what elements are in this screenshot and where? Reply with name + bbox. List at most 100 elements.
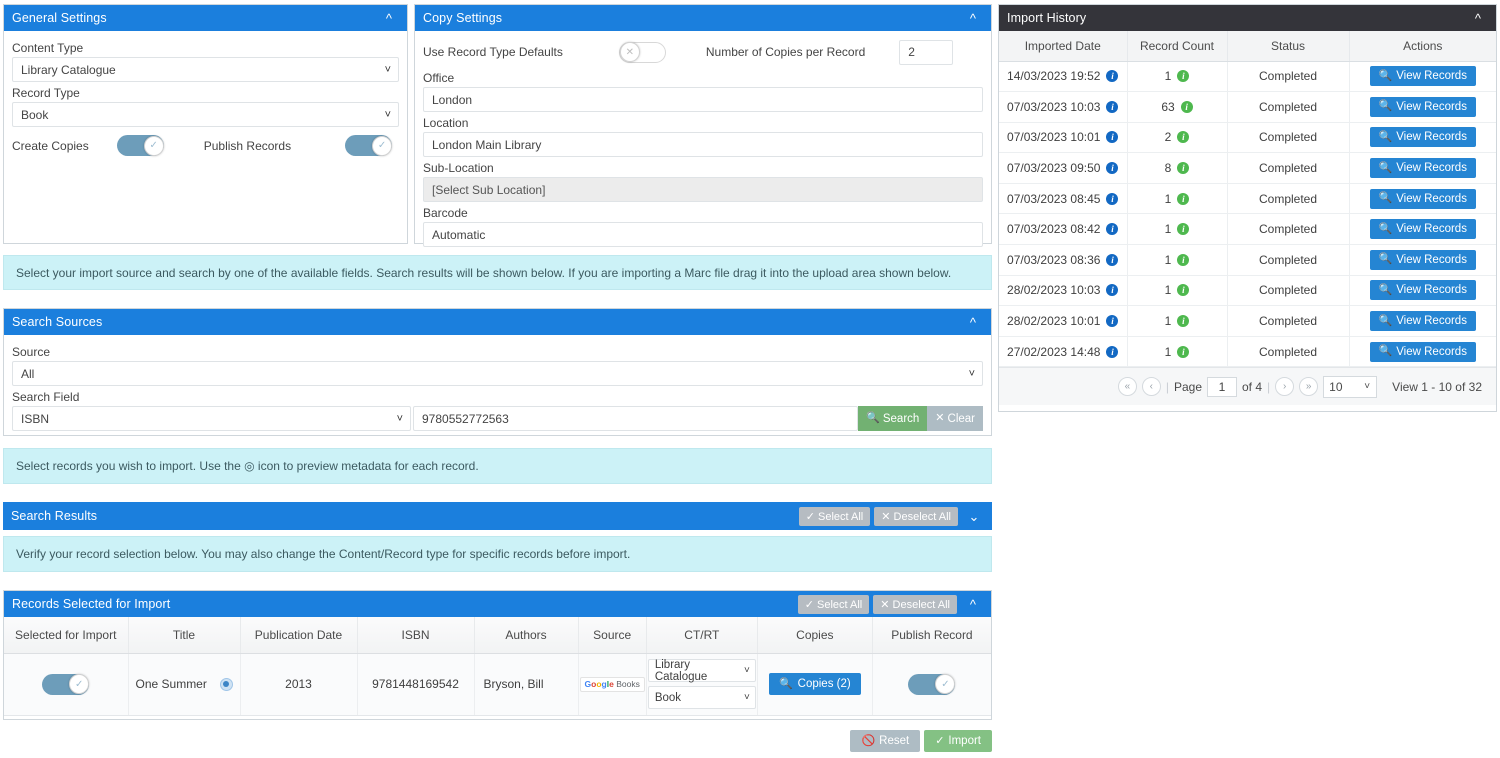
content-type-select[interactable]: Library Catalogue ˅	[12, 57, 399, 82]
reset-button[interactable]: 🚫 Reset	[850, 730, 921, 752]
last-page-button[interactable]: »	[1299, 377, 1319, 397]
records-selected-header[interactable]: Records Selected for Import ✓ Select All…	[4, 591, 991, 617]
chevron-up-icon[interactable]: ^	[379, 12, 399, 25]
general-settings-header[interactable]: General Settings ^	[4, 5, 407, 31]
copies-button-label: Copies (2)	[797, 678, 851, 690]
row-publish-toggle[interactable]: ✓	[908, 673, 956, 695]
chevron-up-icon[interactable]: ^	[963, 316, 983, 329]
cell-publish-record: ✓	[872, 653, 991, 716]
info-icon[interactable]: i	[1177, 345, 1190, 358]
clear-button-label: Clear	[947, 412, 975, 425]
info-icon[interactable]: i	[1106, 223, 1119, 236]
info-icon[interactable]: i	[1106, 70, 1119, 83]
chevron-up-icon[interactable]: ^	[963, 12, 983, 25]
info-icon[interactable]: i	[1177, 162, 1190, 175]
search-sources-header[interactable]: Search Sources ^	[4, 309, 991, 335]
info-icon[interactable]: i	[1106, 192, 1119, 205]
view-records-label: View Records	[1396, 284, 1467, 297]
info-icon[interactable]: i	[1180, 100, 1193, 113]
publish-records-toggle[interactable]: ✓	[345, 135, 393, 156]
row-authors: Bryson, Bill	[483, 677, 544, 691]
next-page-button[interactable]: ›	[1275, 377, 1295, 397]
view-records-button[interactable]: 🔍 View Records	[1369, 96, 1476, 117]
create-copies-toggle[interactable]: ✓	[116, 135, 164, 156]
sub-location-input[interactable]: [Select Sub Location]	[423, 177, 983, 202]
info-icon[interactable]: i	[1177, 131, 1190, 144]
magnifier-icon: 🔍	[1378, 314, 1393, 327]
records-deselect-all-button[interactable]: ✕ Deselect All	[873, 594, 957, 614]
info-icon[interactable]: i	[1177, 192, 1190, 205]
search-results-deselect-all-button[interactable]: ✕ Deselect All	[874, 506, 958, 526]
info-icon[interactable]: i	[1106, 284, 1119, 297]
view-records-button[interactable]: 🔍 View Records	[1369, 280, 1476, 301]
import-button[interactable]: ✓ Import	[924, 730, 992, 752]
location-input[interactable]: London Main Library	[423, 132, 983, 157]
copies-per-record-input[interactable]: 2	[899, 39, 954, 65]
check-icon: ✓	[805, 510, 815, 523]
info-icon[interactable]: i	[1106, 253, 1119, 266]
view-records-label: View Records	[1396, 100, 1467, 113]
cell-record-count: 1i	[1127, 61, 1228, 93]
view-records-button[interactable]: 🔍 View Records	[1369, 311, 1476, 332]
info-icon[interactable]: i	[1177, 70, 1190, 83]
table-row: 28/02/2023 10:03 i 1 i Completed 🔍 View Record…	[999, 275, 1496, 307]
chevron-up-icon[interactable]: ^	[1468, 12, 1488, 25]
view-records-button[interactable]: 🔍 View Records	[1369, 127, 1476, 148]
check-icon: ✓	[372, 135, 393, 156]
info-icon[interactable]: i	[1106, 100, 1119, 113]
chevron-down-icon[interactable]: ⌄	[964, 510, 984, 523]
clear-button[interactable]: ✕ Clear	[927, 406, 983, 431]
preview-circle-icon[interactable]	[219, 677, 233, 691]
search-field-label: Search Field	[12, 390, 80, 404]
row-content-type-select[interactable]: Library Catalogue ˅	[647, 659, 756, 683]
content-type-label: Content Type	[12, 41, 84, 55]
chevron-down-icon: ˅	[744, 692, 750, 703]
view-records-label: View Records	[1396, 315, 1467, 328]
use-record-type-defaults-label: Use Record Type Defaults	[423, 45, 563, 59]
info-icon[interactable]: i	[1106, 345, 1119, 358]
search-button[interactable]: 🔍 Search	[858, 406, 928, 431]
info-icon[interactable]: i	[1177, 253, 1190, 266]
view-records-button[interactable]: 🔍 View Records	[1369, 341, 1476, 362]
info-icon[interactable]: i	[1177, 284, 1190, 297]
row-record-type-select[interactable]: Book ˅	[647, 686, 756, 709]
info-icon[interactable]: i	[1106, 131, 1119, 144]
info-icon[interactable]: i	[1177, 223, 1190, 236]
cell-record-count: 1i	[1127, 213, 1228, 246]
search-query-input[interactable]: 9780552772563	[413, 406, 859, 431]
copy-settings-header[interactable]: Copy Settings ^	[415, 5, 991, 31]
search-field-select[interactable]: ISBN ˅	[12, 406, 411, 431]
copies-button[interactable]: 🔍 Copies (2)	[768, 673, 861, 695]
search-results-select-all-button[interactable]: ✓ Select All	[798, 506, 871, 526]
first-page-button[interactable]: «	[1117, 377, 1137, 397]
info-icon[interactable]: i	[1177, 315, 1190, 328]
table-row: 07/03/2023 08:42 i 1 i Completed 🔍 View Record…	[999, 213, 1496, 246]
imported-date-value: 07/03/2023 08:42	[1007, 222, 1101, 237]
table-row: 27/02/2023 14:48 i 1 i Completed 🔍 View Record…	[999, 336, 1496, 368]
source-select[interactable]: All ˅	[12, 361, 983, 386]
publish-records-label: Publish Records	[203, 138, 292, 153]
view-records-button[interactable]: 🔍 View Records	[1369, 66, 1476, 87]
page-size-select[interactable]: 10 ˅	[1323, 375, 1378, 398]
row-selected-toggle[interactable]: ✓	[42, 673, 90, 695]
import-history-header[interactable]: Import History ^	[999, 5, 1496, 31]
page-number-input[interactable]: 1	[1207, 376, 1237, 397]
view-records-button[interactable]: 🔍 View Records	[1369, 219, 1476, 240]
use-record-type-defaults-toggle[interactable]: ✕	[618, 41, 666, 63]
records-select-all-button[interactable]: ✓ Select All	[797, 594, 870, 614]
chevron-up-icon[interactable]: ^	[963, 598, 983, 611]
cell-actions: 🔍 View Records	[1349, 336, 1496, 368]
cell-imported-date: 14/03/2023 19:52 i	[999, 61, 1128, 93]
search-results-header[interactable]: Search Results ✓ Select All ✕ Deselect A…	[3, 502, 992, 530]
import-history-pager: « ‹ | Page 1 of 4 | › » 10 ˅ View 1 - 10…	[999, 367, 1496, 406]
view-records-button[interactable]: 🔍 View Records	[1369, 158, 1476, 179]
prev-page-button[interactable]: ‹	[1141, 377, 1161, 397]
view-records-button[interactable]: 🔍 View Records	[1369, 188, 1476, 209]
info-icon[interactable]: i	[1106, 162, 1119, 175]
view-records-button[interactable]: 🔍 View Records	[1369, 249, 1476, 270]
info-icon[interactable]: i	[1106, 315, 1119, 328]
barcode-input[interactable]: Automatic	[423, 222, 983, 247]
col-publish-record: Publish Record	[872, 617, 991, 654]
record-type-select[interactable]: Book ˅	[12, 102, 399, 127]
office-input[interactable]: London	[423, 87, 983, 112]
